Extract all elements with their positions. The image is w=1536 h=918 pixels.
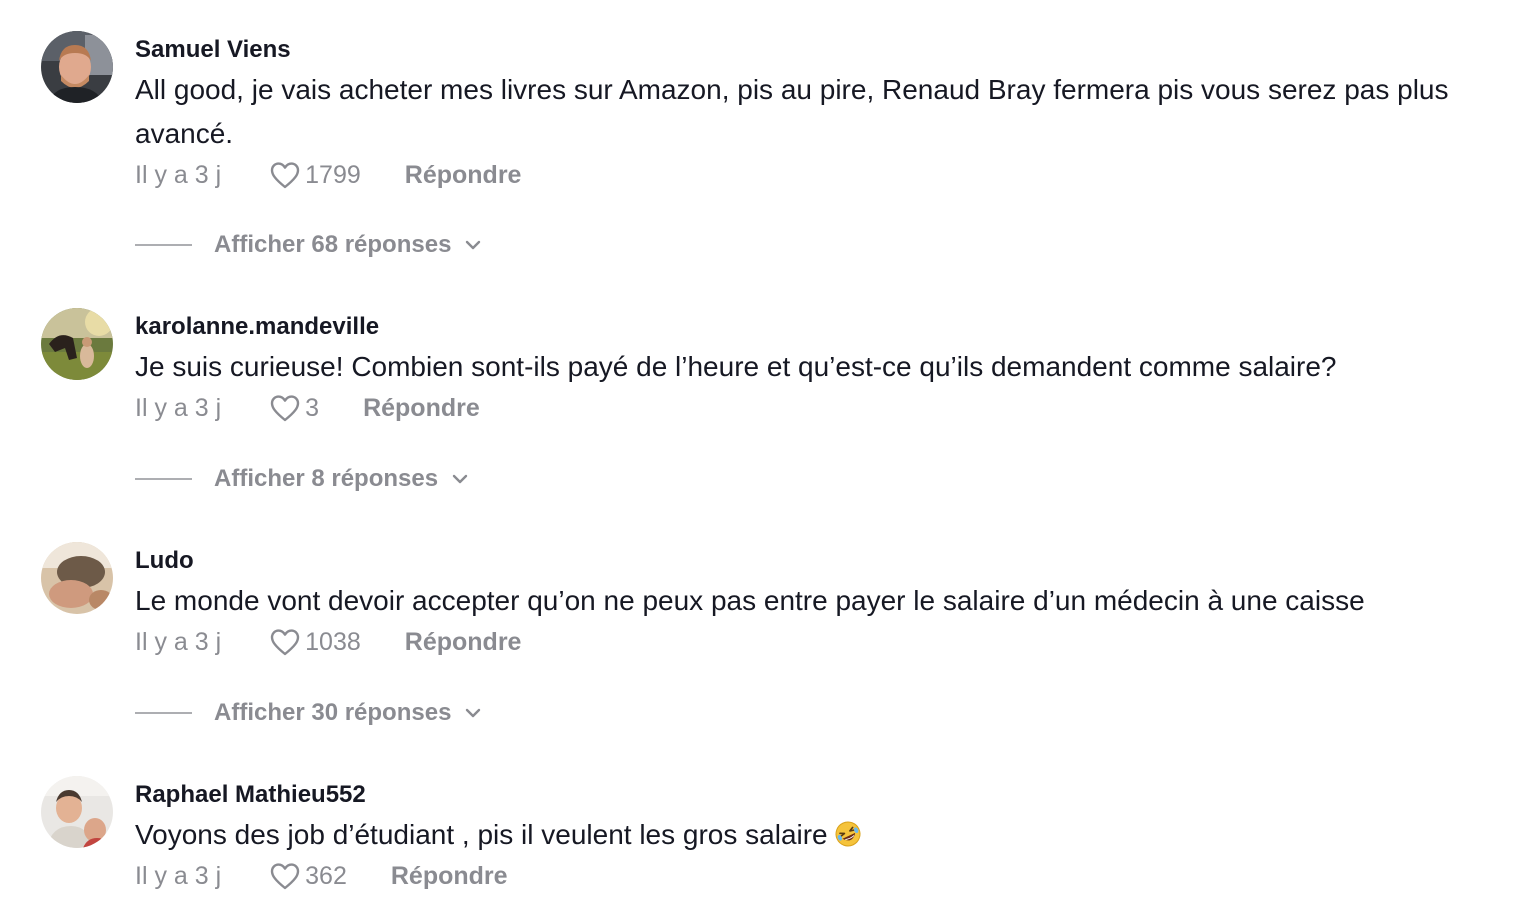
reply-button[interactable]: Répondre bbox=[391, 862, 508, 891]
like-count: 3 bbox=[305, 393, 320, 422]
view-replies-button[interactable]: Afficher 68 réponses bbox=[135, 230, 483, 260]
view-replies-label: Afficher 68 réponses bbox=[214, 231, 452, 258]
comment-text: All good, je vais acheter mes livres sur… bbox=[135, 74, 1449, 149]
comment-meta: Il y a 3 j 1799 Répondre bbox=[135, 158, 521, 192]
chevron-down-icon bbox=[452, 474, 468, 484]
divider bbox=[135, 712, 192, 714]
chevron-down-icon bbox=[466, 708, 481, 718]
comment-username[interactable]: karolanne.mandeville bbox=[135, 312, 379, 342]
avatar[interactable] bbox=[41, 542, 113, 614]
view-replies-label: Afficher 8 réponses bbox=[214, 465, 439, 492]
view-replies-button[interactable]: Afficher 8 réponses bbox=[135, 464, 470, 494]
heart-outline-icon bbox=[270, 629, 300, 656]
like-button[interactable]: 1038 bbox=[269, 627, 361, 657]
rolling-on-floor-laughing-emoji bbox=[835, 821, 861, 847]
avatar[interactable] bbox=[41, 308, 113, 380]
comment-meta: Il y a 3 j 3 Répondre bbox=[135, 391, 480, 425]
comment-text-content: Voyons des job d’étudiant , pis il veule… bbox=[135, 819, 828, 850]
view-replies-label: Afficher 30 réponses bbox=[214, 699, 452, 726]
comment-time: Il y a 3 j bbox=[135, 627, 222, 656]
comment-meta: Il y a 3 j 1038 Répondre bbox=[135, 625, 521, 659]
view-replies-button[interactable]: Afficher 30 réponses bbox=[135, 698, 483, 728]
heart-outline-icon bbox=[270, 863, 300, 890]
heart-outline-icon bbox=[270, 395, 300, 422]
divider bbox=[135, 478, 192, 480]
comment-username[interactable]: Ludo bbox=[135, 546, 194, 576]
like-button[interactable]: 362 bbox=[269, 861, 347, 891]
comment-text: Je suis curieuse! Combien sont-ils payé … bbox=[135, 351, 1337, 382]
comment-text: Le monde vont devoir accepter qu’on ne p… bbox=[135, 585, 1365, 616]
chevron-down-icon bbox=[466, 240, 481, 250]
comment-username[interactable]: Samuel Viens bbox=[135, 35, 291, 65]
like-count: 362 bbox=[305, 861, 347, 890]
comment-meta: Il y a 3 j 362 Répondre bbox=[135, 859, 508, 893]
comment-time: Il y a 3 j bbox=[135, 393, 222, 422]
like-count: 1038 bbox=[305, 627, 361, 656]
comment-time: Il y a 3 j bbox=[135, 861, 222, 890]
like-button[interactable]: 3 bbox=[269, 393, 319, 423]
like-count: 1799 bbox=[305, 160, 361, 189]
like-button[interactable]: 1799 bbox=[269, 160, 361, 190]
heart-outline-icon bbox=[270, 162, 300, 189]
avatar[interactable] bbox=[41, 776, 113, 848]
comment-time: Il y a 3 j bbox=[135, 160, 222, 189]
reply-button[interactable]: Répondre bbox=[363, 394, 480, 423]
divider bbox=[135, 244, 192, 246]
avatar[interactable] bbox=[41, 31, 113, 103]
comment-username[interactable]: Raphael Mathieu552 bbox=[135, 780, 366, 810]
reply-button[interactable]: Répondre bbox=[405, 161, 522, 190]
reply-button[interactable]: Répondre bbox=[405, 628, 522, 657]
comment-text: Voyons des job d’étudiant , pis il veule… bbox=[135, 813, 1520, 857]
